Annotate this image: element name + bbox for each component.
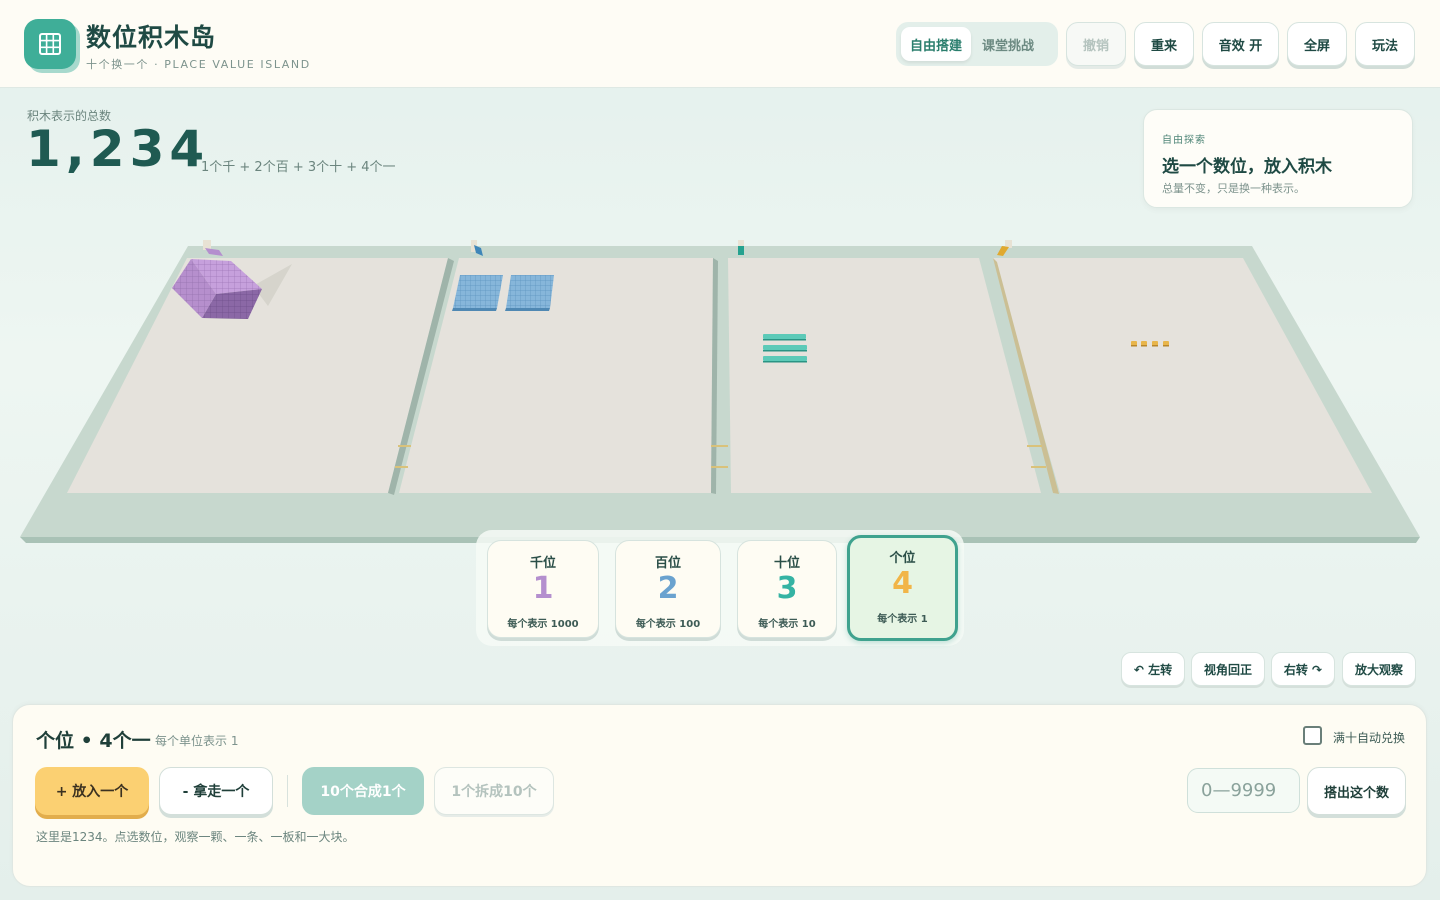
place-digit: 1 — [532, 571, 554, 606]
place-name: 千位 — [529, 556, 556, 571]
auto-exchange-label: 满十自动兑换 — [1333, 731, 1406, 745]
reset-button[interactable]: 重来 — [1134, 22, 1194, 66]
app-title: 数位积木岛 — [86, 23, 217, 52]
place-card-tens[interactable]: 十位 3 每个表示 10 — [737, 540, 837, 638]
rotate-left-button[interactable]: ↶ 左转 — [1121, 652, 1185, 686]
sound-toggle-button[interactable]: 音效 开 — [1202, 22, 1279, 66]
unit-block[interactable] — [1131, 341, 1137, 347]
undo-button[interactable]: 撤销 — [1066, 22, 1126, 66]
place-digit: 2 — [657, 571, 679, 606]
split-one-button[interactable]: 1个拆成10个 — [434, 767, 554, 815]
fullscreen-button[interactable]: 全屏 — [1287, 22, 1347, 66]
remove-block-button[interactable]: - 拿走一个 — [159, 767, 273, 815]
place-name: 百位 — [654, 556, 681, 571]
app-subtitle: 十个换一个 · PLACE VALUE ISLAND — [86, 58, 311, 71]
hint-kicker: 自由探索 — [1162, 135, 1206, 146]
ten-block[interactable] — [763, 334, 806, 341]
total-breakdown: 1个千 + 2个百 + 3个十 + 4个一 — [201, 160, 396, 175]
place-name: 个位 — [889, 551, 916, 566]
place-value-board[interactable] — [0, 230, 1440, 560]
add-block-button[interactable]: + 放入一个 — [35, 767, 149, 815]
build-number-button[interactable]: 搭出这个数 — [1307, 767, 1406, 815]
control-panel: 个位 • 4个一 每个单位表示 1 满十自动兑换 + 放入一个 - 拿走一个 1… — [12, 704, 1427, 887]
hint-card: 自由探索 选一个数位，放入积木 总量不变，只是换一种表示。 — [1143, 109, 1413, 208]
place-digit: 3 — [776, 571, 798, 606]
hundred-block[interactable] — [505, 275, 554, 311]
unit-block[interactable] — [1152, 341, 1158, 347]
flag-tens — [738, 240, 744, 255]
place-desc: 每个表示 10 — [758, 619, 816, 630]
place-card-ones[interactable]: 个位 4 每个表示 1 — [847, 535, 958, 641]
unit-block[interactable] — [1163, 341, 1169, 347]
number-input[interactable] — [1187, 768, 1300, 813]
help-button[interactable]: 玩法 — [1355, 22, 1415, 66]
rotate-right-button[interactable]: 右转 ↷ — [1271, 652, 1335, 686]
place-desc: 每个表示 100 — [635, 619, 701, 630]
ten-block[interactable] — [763, 356, 807, 363]
reset-view-button[interactable]: 视角回正 — [1191, 652, 1265, 686]
place-digit: 4 — [892, 566, 913, 601]
place-desc: 每个表示 1 — [877, 614, 928, 625]
status-message: 这里是1234。点选数位，观察一颗、一条、一板和一大块。 — [36, 830, 355, 844]
place-selector: 千位 1 每个表示 1000 百位 2 每个表示 100 十位 3 每个表示 1… — [476, 530, 964, 646]
panel-subtitle: 每个单位表示 1 — [155, 734, 239, 748]
app-logo — [24, 19, 76, 69]
merge-ten-button[interactable]: 10个合成1个 — [302, 767, 424, 815]
place-name: 十位 — [773, 556, 800, 571]
hint-description: 总量不变，只是换一种表示。 — [1162, 182, 1305, 195]
mode-free-build-button[interactable]: 自由搭建 — [901, 27, 972, 61]
total-value: 1,234 — [26, 120, 210, 178]
mode-class-challenge-button[interactable]: 课堂挑战 — [973, 27, 1043, 61]
place-card-hundreds[interactable]: 百位 2 每个表示 100 — [615, 540, 721, 638]
app-header: 数位积木岛 十个换一个 · PLACE VALUE ISLAND 自由搭建 课堂… — [0, 0, 1440, 88]
mode-switch: 自由搭建 课堂挑战 — [896, 22, 1058, 66]
ten-block[interactable] — [763, 345, 807, 352]
grid-icon — [39, 33, 61, 55]
unit-block[interactable] — [1141, 341, 1147, 347]
zoom-button[interactable]: 放大观察 — [1342, 652, 1416, 686]
hint-title: 选一个数位，放入积木 — [1162, 157, 1332, 177]
panel-title: 个位 • 4个一 — [36, 730, 151, 752]
divider — [287, 775, 288, 807]
auto-exchange-checkbox[interactable] — [1303, 726, 1322, 745]
hundred-block[interactable] — [452, 275, 503, 311]
place-card-thousands[interactable]: 千位 1 每个表示 1000 — [487, 540, 599, 638]
place-desc: 每个表示 1000 — [507, 619, 579, 630]
